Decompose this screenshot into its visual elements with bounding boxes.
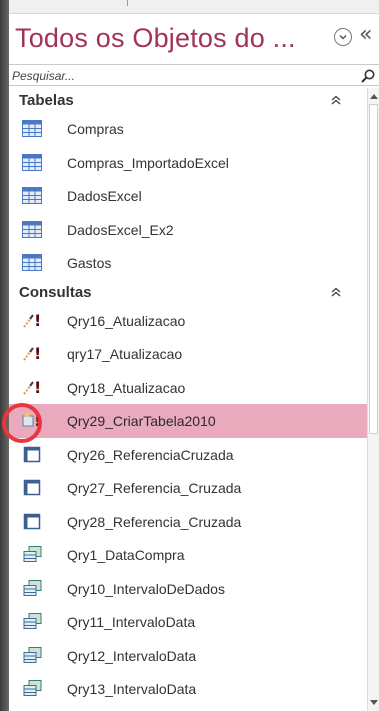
item-label: Qry16_Atualizacao [67,312,186,329]
update-query-icon: ! [23,345,41,362]
update-query-icon: ! [23,379,41,396]
double-chevron-up-icon[interactable] [329,285,343,299]
list-item-compras[interactable]: Compras [9,112,367,146]
scroll-up-arrow-icon[interactable] [368,90,379,102]
list-item-qry17-atualizacao[interactable]: ! qry17_Atualizacao [9,337,367,371]
item-label: DadosExcel [67,188,142,204]
list-item-qry26-referenciacruzada[interactable]: Qry26_ReferenciaCruzada [9,438,367,472]
search-box [9,64,379,86]
list-item-compras-importadoexcel[interactable]: Compras_ImportadoExcel [9,146,367,180]
item-label: Qry12_IntervaloData [67,647,197,664]
svg-text:!: ! [34,312,41,329]
double-chevron-up-icon[interactable] [329,93,343,107]
collapse-pane-button[interactable]: « [359,22,372,47]
group-header-tabelas[interactable]: Tabelas [9,88,367,112]
item-label: Compras_ImportadoExcel [67,154,229,171]
make-table-query-icon: ! [22,412,41,429]
chevron-down-circle-icon[interactable] [334,28,352,46]
navigation-pane: Todos os Objetos do ... « Tabelas [9,14,379,711]
item-label: DadosExcel_Ex2 [67,221,174,238]
crosstab-query-icon [23,479,41,496]
table-icon [22,120,42,137]
search-icon[interactable] [360,68,376,84]
list-item-qry18-atualizacao[interactable]: ! Qry18_Atualizacao [9,371,367,405]
navigation-pane-header[interactable]: Todos os Objetos do ... « [9,14,379,62]
crosstab-query-icon [23,446,41,462]
item-label: Gastos [67,255,112,271]
list-item-qry29-criartabela2010[interactable]: ! Qry29_CriarTabela2010 [9,404,367,438]
select-query-icon [23,546,42,562]
select-query-icon [23,680,42,696]
item-label: Qry18_Atualizacao [67,379,186,396]
list-item-qry11-intervalodata[interactable]: Qry11_IntervaloData [9,605,367,639]
top-edge-strip [9,0,379,14]
list-item-qry1-datacompra[interactable]: Qry1_DataCompra [9,538,367,572]
select-query-icon [23,579,42,596]
window-edge [0,0,9,711]
list-item-qry27-referencia-cruzada[interactable]: Qry27_Referencia_Cruzada [9,471,367,505]
list-item-gastos[interactable]: Gastos [9,246,367,280]
select-query-icon [23,613,42,629]
item-label: Qry27_Referencia_Cruzada [67,480,242,496]
list-item-qry16-atualizacao[interactable]: ! Qry16_Atualizacao [9,304,367,338]
list-item-qry12-intervalodata[interactable]: Qry12_IntervaloData [9,639,367,673]
update-query-icon: ! [23,312,41,329]
group-header-consultas[interactable]: Consultas [9,280,367,304]
table-icon [22,187,42,204]
list-item-dadosexcel[interactable]: DadosExcel [9,179,367,213]
item-label: Qry26_ReferenciaCruzada [67,446,234,463]
table-icon [22,254,42,271]
item-label: Qry13_IntervaloData [67,681,197,697]
pane-title[interactable]: Todos os Objetos do ... [15,23,296,54]
list-item-qry10-intervalodedados[interactable]: Qry10_IntervaloDeDados [9,572,367,606]
crosstab-query-icon [23,513,41,529]
group-label: Tabelas [19,92,74,109]
item-label: Qry10_IntervaloDeDados [67,580,225,597]
item-label: Compras [67,121,124,137]
vertical-scrollbar[interactable] [367,88,379,711]
svg-text:!: ! [34,345,41,362]
item-label: Qry28_Referencia_Cruzada [67,513,242,530]
item-label: qry17_Atualizacao [67,346,183,362]
table-icon [22,220,42,238]
list-item-dadosexcel-ex2[interactable]: DadosExcel_Ex2 [9,213,367,247]
item-label: Qry1_DataCompra [67,547,185,563]
svg-text:!: ! [34,412,41,429]
list-item-qry28-referencia-cruzada[interactable]: Qry28_Referencia_Cruzada [9,505,367,539]
group-label: Consultas [19,283,92,301]
select-query-icon [23,646,42,663]
scrollbar-thumb[interactable] [369,104,378,434]
table-icon [22,153,42,171]
item-label: Qry29_CriarTabela2010 [67,413,216,429]
search-input[interactable] [12,67,352,84]
list-item-qry13-intervalodata[interactable]: Qry13_IntervaloData [9,672,367,706]
scroll-down-arrow-icon[interactable] [368,697,379,709]
object-list: Tabelas Compras Compras_ImportadoExcel D… [9,88,367,711]
item-label: Qry11_IntervaloData [67,614,196,630]
svg-text:!: ! [34,379,41,396]
